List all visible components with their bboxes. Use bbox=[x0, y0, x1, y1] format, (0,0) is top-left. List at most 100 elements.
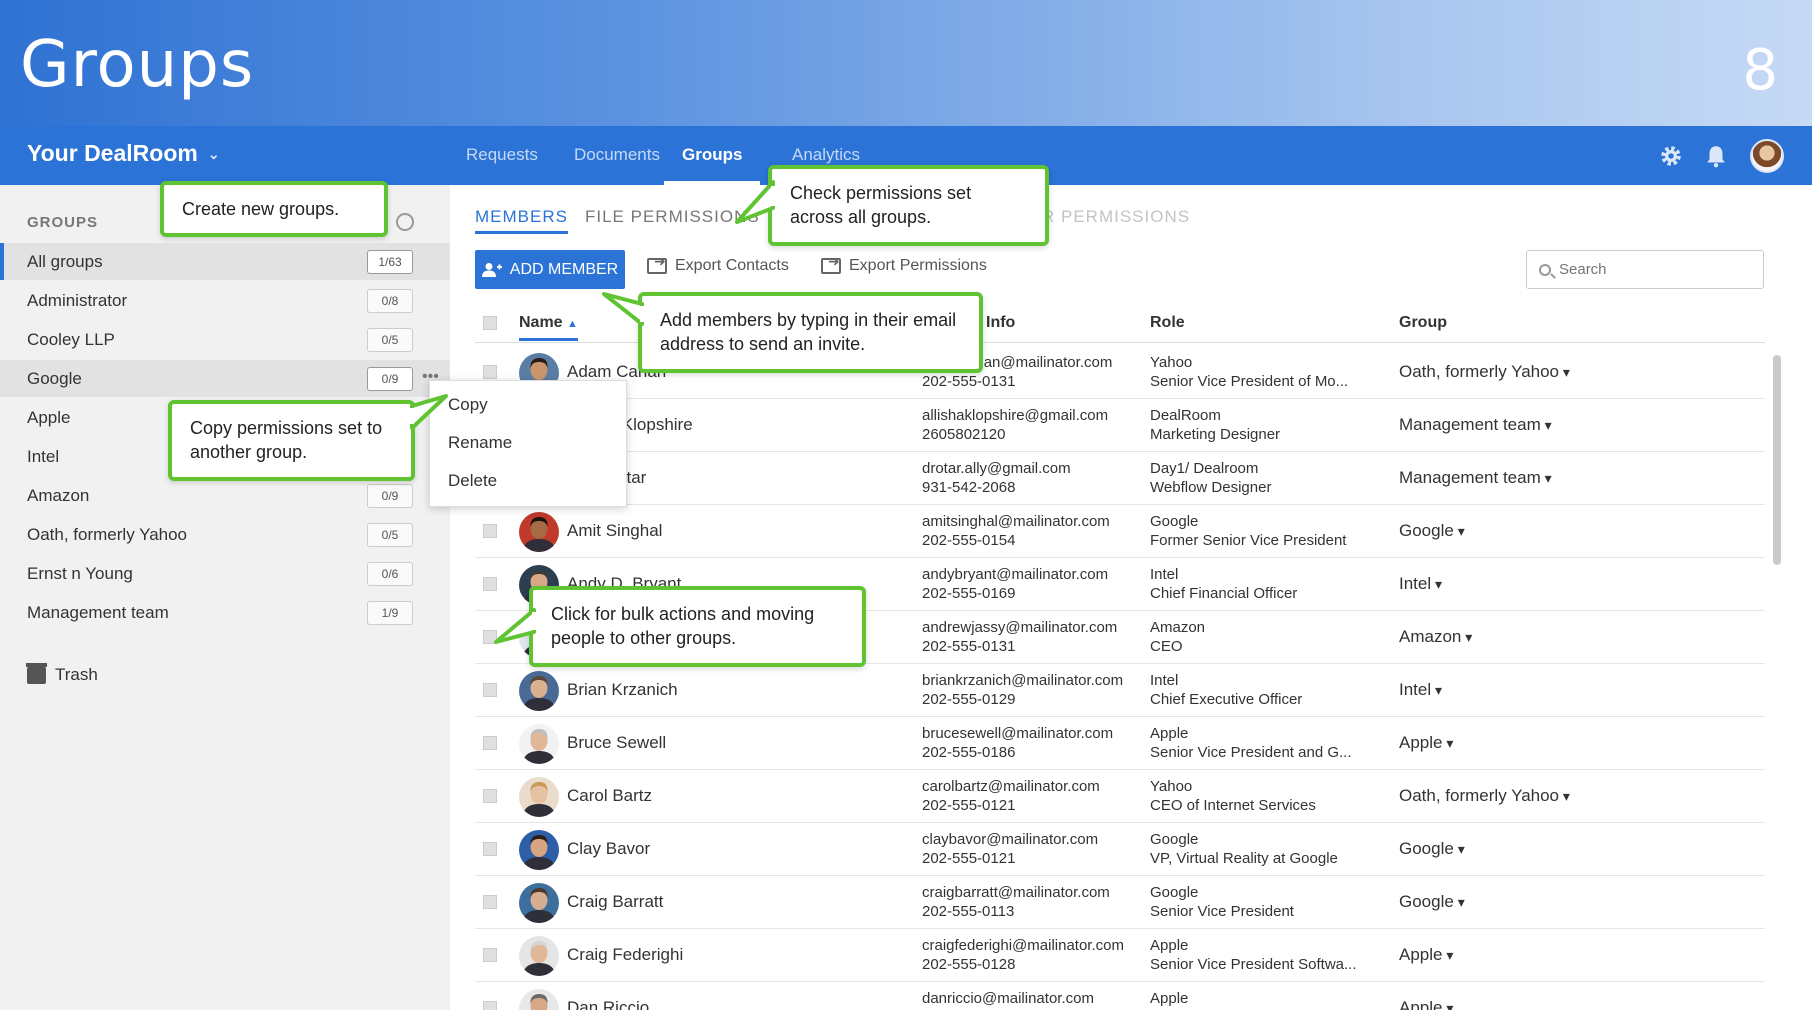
table-row[interactable]: Brian Krzanich briankrzanich@mailinator.c… bbox=[475, 664, 1765, 717]
group-dropdown[interactable]: Intel bbox=[1399, 680, 1442, 700]
column-role-header[interactable]: Role bbox=[1150, 314, 1185, 332]
member-name[interactable]: Amit Singhal bbox=[567, 521, 662, 541]
column-name-header[interactable]: Name ▲ bbox=[519, 314, 578, 341]
sidebar-item-group[interactable]: Administrator 0/8 bbox=[0, 282, 450, 319]
row-checkbox[interactable] bbox=[483, 1001, 497, 1010]
group-name: Oath, formerly Yahoo bbox=[27, 525, 188, 544]
member-name[interactable]: Carol Bartz bbox=[567, 786, 652, 806]
row-checkbox[interactable] bbox=[483, 842, 497, 856]
group-dropdown[interactable]: Intel bbox=[1399, 574, 1442, 594]
menu-item-copy[interactable]: Copy bbox=[448, 395, 488, 415]
member-name[interactable]: Craig Barratt bbox=[567, 892, 663, 912]
sidebar-item-group[interactable]: Oath, formerly Yahoo 0/5 bbox=[0, 516, 450, 553]
table-scrollbar[interactable] bbox=[1773, 355, 1781, 565]
sidebar-item-group[interactable]: Google 0/9 ••• bbox=[0, 360, 450, 397]
person-photo bbox=[523, 782, 555, 817]
menu-item-delete[interactable]: Delete bbox=[448, 471, 497, 491]
person-photo bbox=[523, 835, 555, 870]
group-dropdown[interactable]: Management team bbox=[1399, 415, 1552, 435]
member-company: Amazon bbox=[1150, 619, 1206, 636]
group-dropdown[interactable]: Google bbox=[1399, 892, 1465, 912]
bell-icon[interactable] bbox=[1703, 143, 1729, 169]
add-member-button[interactable]: ADD MEMBER bbox=[475, 250, 625, 289]
row-checkbox[interactable] bbox=[483, 524, 497, 538]
member-phone: 202-555-0129 bbox=[922, 691, 1016, 708]
sidebar-item-group[interactable]: Management team 1/9 bbox=[0, 594, 450, 631]
group-name: Management team bbox=[27, 603, 169, 622]
group-dropdown[interactable]: Apple bbox=[1399, 733, 1453, 753]
table-row[interactable]: Clay Bavor claybavor@mailinator.com 202-55… bbox=[475, 823, 1765, 876]
table-row[interactable]: Dan Riccio danriccio@mailinator.com Apple A… bbox=[475, 982, 1765, 1010]
sidebar-item-group[interactable]: Amazon 0/9 bbox=[0, 477, 450, 514]
row-checkbox[interactable] bbox=[483, 948, 497, 962]
tab-requests[interactable]: Requests bbox=[466, 126, 538, 185]
group-dropdown[interactable]: Google bbox=[1399, 839, 1465, 859]
member-count-badge: 0/9 bbox=[367, 484, 413, 508]
member-company: Apple bbox=[1150, 990, 1189, 1007]
gear-icon[interactable] bbox=[1658, 143, 1684, 169]
trash-link[interactable]: Trash bbox=[26, 662, 98, 685]
select-all-checkbox[interactable] bbox=[483, 316, 497, 330]
member-company: Google bbox=[1150, 884, 1199, 901]
member-phone: 931-542-2068 bbox=[922, 479, 1016, 496]
callout-pointer bbox=[408, 394, 448, 430]
tab-folder-permissions[interactable]: R PERMISSIONS bbox=[1042, 207, 1190, 227]
add-group-icon[interactable] bbox=[396, 213, 414, 231]
member-title: Former Senior Vice President bbox=[1150, 532, 1347, 549]
column-group-header[interactable]: Group bbox=[1399, 314, 1447, 332]
avatar bbox=[519, 936, 559, 976]
search-box[interactable] bbox=[1526, 250, 1764, 289]
group-dropdown[interactable]: Oath, formerly Yahoo bbox=[1399, 786, 1570, 806]
callout-pointer bbox=[494, 608, 536, 644]
tab-members[interactable]: MEMBERS bbox=[475, 207, 568, 234]
tab-groups[interactable]: Groups bbox=[664, 126, 761, 185]
member-name[interactable]: Brian Krzanich bbox=[567, 680, 678, 700]
table-row[interactable]: Ally Drotardrotar.ally@gmail.com931-542-… bbox=[475, 452, 1765, 505]
table-row[interactable]: Carol Bartz carolbartz@mailinator.com 202-… bbox=[475, 770, 1765, 823]
tab-documents[interactable]: Documents bbox=[574, 126, 660, 185]
group-dropdown[interactable]: Google bbox=[1399, 521, 1465, 541]
group-name: Google bbox=[27, 369, 82, 388]
sidebar-item-group[interactable]: Ernst n Young 0/6 bbox=[0, 555, 450, 592]
group-dropdown[interactable]: Amazon bbox=[1399, 627, 1472, 647]
group-dropdown[interactable]: Apple bbox=[1399, 945, 1453, 965]
dealroom-switcher[interactable]: Your DealRoom ⌄ bbox=[27, 140, 220, 167]
member-name[interactable]: Craig Federighi bbox=[567, 945, 683, 965]
callout-add-members: Add members by typing in their email add… bbox=[638, 292, 983, 373]
callout-copy-permissions: Copy permissions set to another group. bbox=[168, 400, 415, 481]
export-permissions-button[interactable]: Export Permissions bbox=[821, 254, 987, 275]
search-input[interactable] bbox=[1559, 261, 1749, 278]
member-email: amitsinghal@mailinator.com bbox=[922, 513, 1110, 530]
trash-label: Trash bbox=[55, 665, 98, 684]
table-row[interactable]: Craig Barratt craigbarratt@mailinator.com… bbox=[475, 876, 1765, 929]
user-avatar[interactable] bbox=[1750, 139, 1784, 173]
member-name[interactable]: Bruce Sewell bbox=[567, 733, 666, 753]
table-row[interactable]: Craig Federighi craigfederighi@mailinator… bbox=[475, 929, 1765, 982]
callout-bulk-actions: Click for bulk actions and moving people… bbox=[529, 586, 866, 667]
member-email: andrewjassy@mailinator.com bbox=[922, 619, 1118, 636]
slide-number: 8 bbox=[1742, 38, 1778, 103]
member-company: Google bbox=[1150, 513, 1199, 530]
member-count-badge: 0/5 bbox=[367, 523, 413, 547]
member-name[interactable]: Dan Riccio bbox=[567, 998, 649, 1010]
group-dropdown[interactable]: Management team bbox=[1399, 468, 1552, 488]
table-row[interactable]: Amit Singhal amitsinghal@mailinator.com 20… bbox=[475, 505, 1765, 558]
table-row[interactable]: Allisha Klopshire allishaklopshire@gmail.… bbox=[475, 399, 1765, 452]
menu-item-rename[interactable]: Rename bbox=[448, 433, 512, 453]
avatar bbox=[519, 777, 559, 817]
row-checkbox[interactable] bbox=[483, 789, 497, 803]
row-checkbox[interactable] bbox=[483, 365, 497, 379]
table-row[interactable]: Bruce Sewell brucesewell@mailinator.com 20… bbox=[475, 717, 1765, 770]
member-email: craigfederighi@mailinator.com bbox=[922, 937, 1124, 954]
group-dropdown[interactable]: Apple bbox=[1399, 998, 1453, 1010]
row-checkbox[interactable] bbox=[483, 736, 497, 750]
group-context-menu: Copy Rename Delete bbox=[429, 380, 627, 507]
member-name[interactable]: Clay Bavor bbox=[567, 839, 650, 859]
row-checkbox[interactable] bbox=[483, 577, 497, 591]
export-contacts-button[interactable]: Export Contacts bbox=[647, 254, 789, 275]
sidebar-item-group[interactable]: All groups 1/63 bbox=[0, 243, 450, 280]
sidebar-item-group[interactable]: Cooley LLP 0/5 bbox=[0, 321, 450, 358]
group-dropdown[interactable]: Oath, formerly Yahoo bbox=[1399, 362, 1570, 382]
row-checkbox[interactable] bbox=[483, 895, 497, 909]
row-checkbox[interactable] bbox=[483, 683, 497, 697]
